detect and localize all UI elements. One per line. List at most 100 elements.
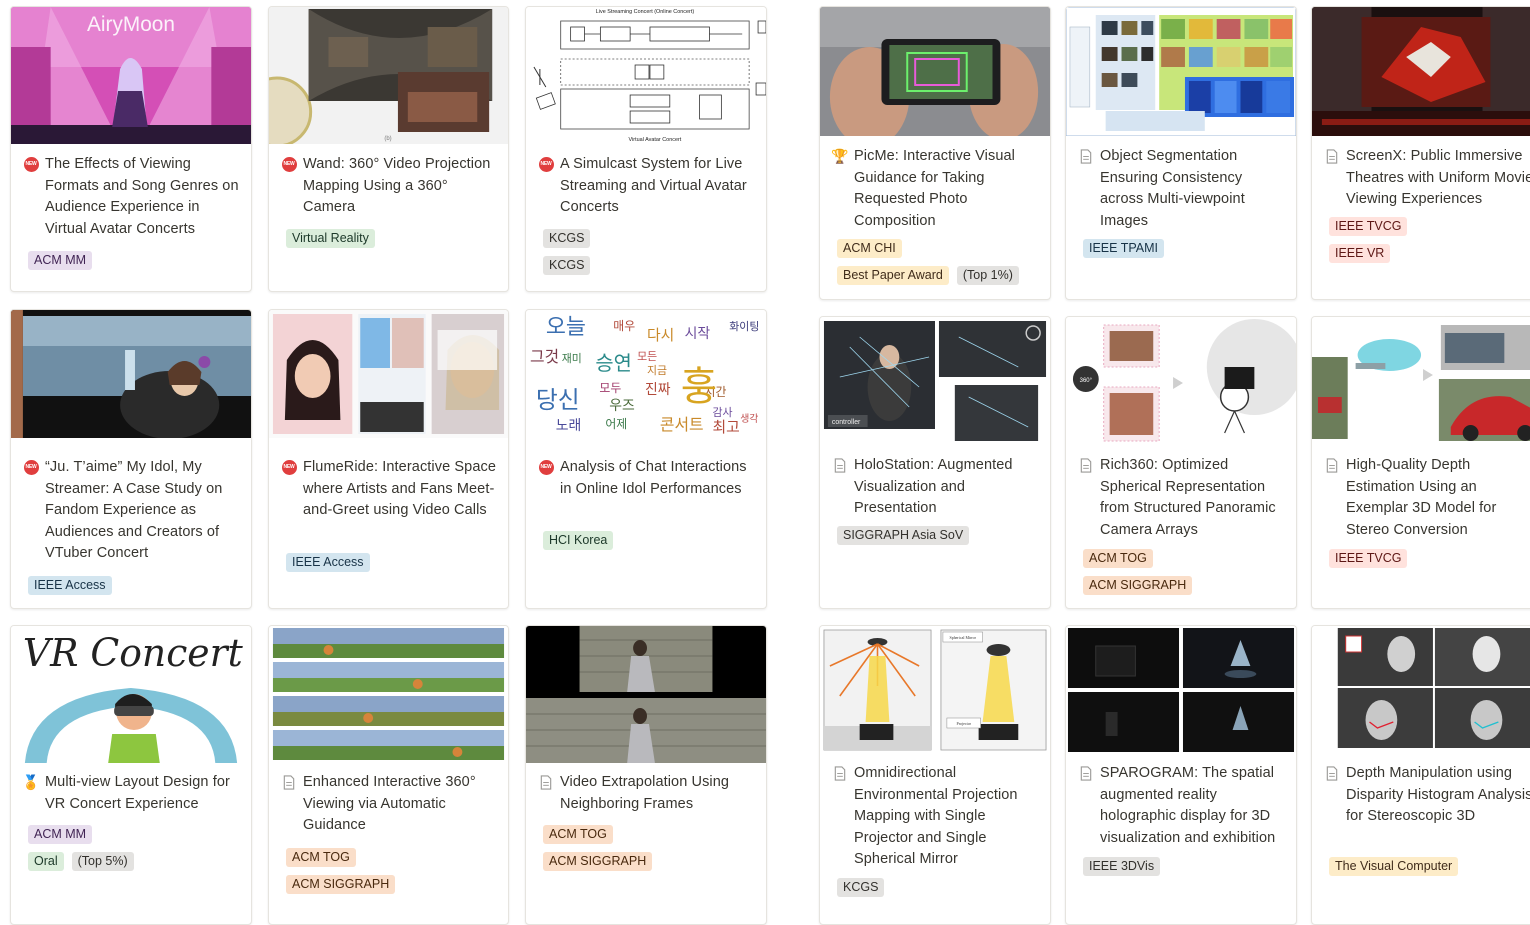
publication-card[interactable]: AiryMoon NEW The Effects of Viewing Form…: [10, 6, 252, 292]
venue-tag: SIGGRAPH Asia SoV: [837, 526, 970, 545]
publication-card[interactable]: Depth Manipulation using Disparity Histo…: [1311, 625, 1530, 925]
svg-text:콘서트: 콘서트: [660, 415, 704, 434]
document-icon: [1324, 765, 1340, 781]
svg-text:어제: 어제: [605, 417, 627, 431]
thumb-caption-2: Virtual Avatar Concert: [629, 137, 682, 143]
card-thumbnail: Live Streaming Concert (Online Concert) …: [526, 7, 766, 144]
card-title[interactable]: HoloStation: Augmented Visualization and…: [854, 455, 1042, 520]
publication-card[interactable]: Live Streaming Concert (Online Concert) …: [525, 6, 767, 292]
publication-card[interactable]: ScreenX: Public Immersive Theatres with …: [1311, 6, 1530, 300]
award-tag: Oral: [28, 852, 64, 871]
publication-card[interactable]: High-Quality Depth Estimation Using an E…: [1311, 316, 1530, 609]
svg-text:시작: 시작: [685, 326, 711, 342]
card-thumbnail: controller: [820, 317, 1050, 445]
new-badge-icon: NEW: [23, 459, 39, 475]
document-icon: [1078, 148, 1094, 164]
venue-tag: IEEE 3DVis: [1083, 857, 1161, 876]
new-badge-icon: NEW: [281, 459, 297, 475]
publication-card[interactable]: NEW “Ju. T’aime” My Idol, My Streamer: A…: [10, 309, 252, 609]
svg-text:지금: 지금: [647, 364, 667, 377]
card-thumbnail: AiryMoon: [11, 7, 251, 144]
venue-tag: IEEE Access: [286, 553, 370, 572]
card-title[interactable]: “Ju. T’aime” My Idol, My Streamer: A Cas…: [45, 457, 243, 565]
document-icon: [1324, 457, 1340, 473]
card-title[interactable]: Depth Manipulation using Disparity Histo…: [1346, 763, 1530, 828]
card-title[interactable]: Object Segmentation Ensuring Consistency…: [1100, 146, 1288, 232]
document-icon: [1078, 765, 1094, 781]
publication-card[interactable]: 🏆 PicMe: Interactive Visual Guidance for…: [819, 6, 1051, 300]
venue-tag: ACM TOG: [1083, 549, 1153, 568]
document-icon: [281, 774, 297, 790]
document-icon: [538, 774, 554, 790]
thumb-caption: VR Concert: [23, 631, 244, 675]
publication-card[interactable]: VR Concert 🏅 Multi-view Layout Design fo…: [10, 625, 252, 925]
card-thumbnail: [1066, 7, 1296, 136]
thumb-caption-2: Projector: [957, 721, 972, 726]
thumb-caption: 360°: [1080, 378, 1093, 384]
card-title[interactable]: ScreenX: Public Immersive Theatres with …: [1346, 146, 1530, 211]
publication-card[interactable]: 360° Rich360: Optimized Spherical Repres…: [1065, 316, 1297, 609]
card-title[interactable]: High-Quality Depth Estimation Using an E…: [1346, 455, 1530, 541]
new-badge-icon: NEW: [23, 156, 39, 172]
thumb-caption: AiryMoon: [87, 13, 175, 36]
venue-tag: ACM SIGGRAPH: [286, 875, 396, 894]
card-thumbnail: 오늘 매우 다시 시작 화이팅 그것 재미 승연 모든 지금 당신 모두 진짜 …: [526, 310, 766, 438]
publication-card[interactable]: (b) NEW Wand: 360° Video Projection Mapp…: [268, 6, 509, 292]
card-thumbnail: (b): [269, 7, 508, 144]
card-title[interactable]: Rich360: Optimized Spherical Representat…: [1100, 455, 1288, 541]
venue-tag: ACM MM: [28, 251, 93, 270]
svg-text:당신: 당신: [536, 386, 580, 414]
venue-tag: IEEE TVCG: [1329, 549, 1408, 568]
publication-card[interactable]: controller HoloStation: Augmented Visual…: [819, 316, 1051, 609]
publication-card[interactable]: Video Extrapolation Using Neighboring Fr…: [525, 625, 767, 925]
card-title[interactable]: A Simulcast System for Live Streaming an…: [560, 154, 758, 219]
venue-tag: IEEE TPAMI: [1083, 239, 1165, 258]
venue-tag: IEEE Access: [28, 576, 112, 595]
card-title[interactable]: Wand: 360° Video Projection Mapping Usin…: [303, 154, 500, 219]
venue-tag: IEEE TVCG: [1329, 217, 1408, 236]
card-title[interactable]: PicMe: Interactive Visual Guidance for T…: [854, 146, 1042, 232]
card-thumbnail: [1312, 7, 1530, 136]
publication-card[interactable]: SPAROGRAM: The spatial augmented reality…: [1065, 625, 1297, 925]
thumb-caption: controller: [832, 419, 861, 426]
thumb-caption: Live Streaming Concert (Online Concert): [596, 9, 695, 15]
venue-tag: KCGS: [543, 229, 591, 248]
publication-card[interactable]: NEW FlumeRide: Interactive Space where A…: [268, 309, 509, 609]
venue-tag: The Visual Computer: [1329, 857, 1459, 876]
svg-text:모든: 모든: [637, 350, 657, 363]
card-thumbnail: [1312, 626, 1530, 754]
card-thumbnail: [820, 7, 1050, 136]
card-title[interactable]: Omnidirectional Environmental Projection…: [854, 763, 1042, 871]
new-badge-icon: NEW: [538, 156, 554, 172]
card-title[interactable]: FlumeRide: Interactive Space where Artis…: [303, 457, 500, 522]
thumb-caption: (b): [384, 136, 391, 142]
publication-card[interactable]: Enhanced Interactive 360° Viewing via Au…: [268, 625, 509, 925]
card-title[interactable]: Multi-view Layout Design for VR Concert …: [45, 772, 243, 815]
svg-text:오늘: 오늘: [546, 315, 586, 340]
award-tag: Best Paper Award: [837, 266, 949, 285]
card-title[interactable]: Video Extrapolation Using Neighboring Fr…: [560, 772, 758, 815]
publication-card[interactable]: Object Segmentation Ensuring Consistency…: [1065, 6, 1297, 300]
thumb-caption: Spherical Mirror: [950, 635, 977, 640]
svg-text:다시: 다시: [647, 326, 674, 344]
svg-text:진짜: 진짜: [645, 382, 671, 398]
svg-text:우즈: 우즈: [609, 398, 635, 414]
publication-card[interactable]: 오늘 매우 다시 시작 화이팅 그것 재미 승연 모든 지금 당신 모두 진짜 …: [525, 309, 767, 609]
card-title[interactable]: Enhanced Interactive 360° Viewing via Au…: [303, 772, 500, 837]
new-badge-icon: NEW: [281, 156, 297, 172]
card-thumbnail: 360°: [1066, 317, 1296, 445]
venue-tag: KCGS: [837, 878, 885, 897]
card-title[interactable]: The Effects of Viewing Formats and Song …: [45, 154, 243, 240]
svg-text:노래: 노래: [556, 418, 582, 434]
card-title[interactable]: Analysis of Chat Interactions in Online …: [560, 457, 758, 500]
document-icon: [1078, 457, 1094, 473]
rank-tag: (Top 5%): [71, 852, 134, 871]
card-title[interactable]: SPAROGRAM: The spatial augmented reality…: [1100, 763, 1288, 849]
venue-tag: HCI Korea: [543, 531, 614, 550]
card-thumbnail: Spherical Mirror Projector: [820, 626, 1050, 754]
publication-card[interactable]: Spherical Mirror Projector Omnidirection…: [819, 625, 1051, 925]
svg-text:훙: 훙: [681, 364, 718, 410]
trophy-icon: 🏆: [831, 148, 849, 164]
venue-tag: KCGS: [543, 256, 591, 275]
document-icon: [1324, 148, 1340, 164]
